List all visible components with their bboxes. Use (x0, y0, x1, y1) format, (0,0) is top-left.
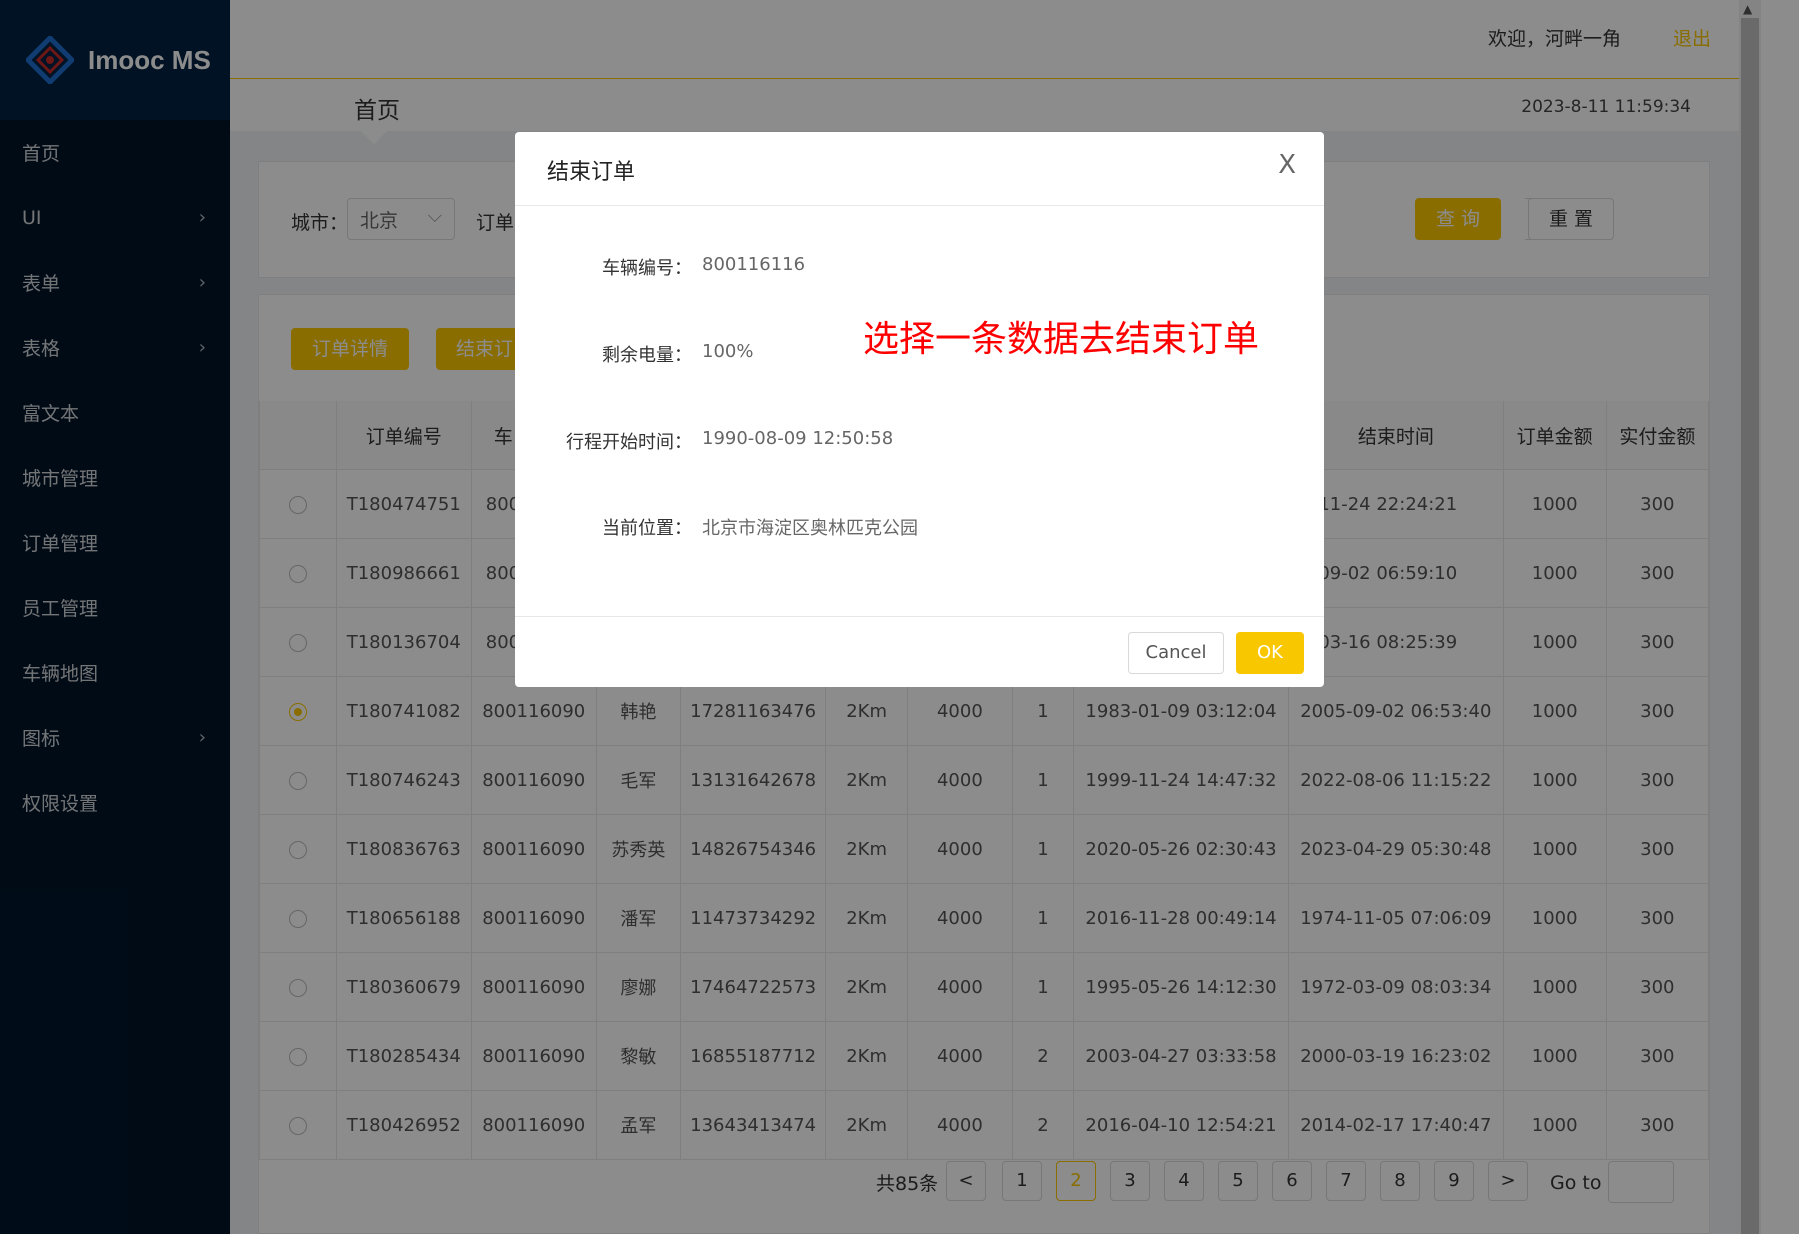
field-label-location: 当前位置： (602, 518, 692, 539)
cancel-button[interactable]: Cancel (1128, 632, 1224, 674)
field-value-start-time: 1990-08-09 12:50:58 (702, 428, 894, 449)
field-label-battery: 剩余电量： (602, 345, 692, 366)
field-value-car-id: 800116116 (702, 254, 806, 275)
modal-title: 结束订单 (547, 160, 636, 185)
field-label-car-id: 车辆编号： (602, 258, 692, 279)
end-order-modal: 结束订单 X 车辆编号： 800116116 剩余电量： 100% 行程开始时间… (515, 132, 1324, 687)
modal-header: 结束订单 X (515, 132, 1324, 206)
close-icon[interactable]: X (1278, 150, 1296, 180)
annotation-text: 选择一条数据去结束订单 (863, 319, 1260, 360)
field-value-location: 北京市海淀区奥林匹克公园 (702, 518, 918, 539)
modal-footer: Cancel OK (515, 616, 1324, 688)
field-label-start-time: 行程开始时间： (566, 432, 692, 453)
field-value-battery: 100% (702, 341, 754, 362)
ok-button[interactable]: OK (1236, 632, 1304, 674)
